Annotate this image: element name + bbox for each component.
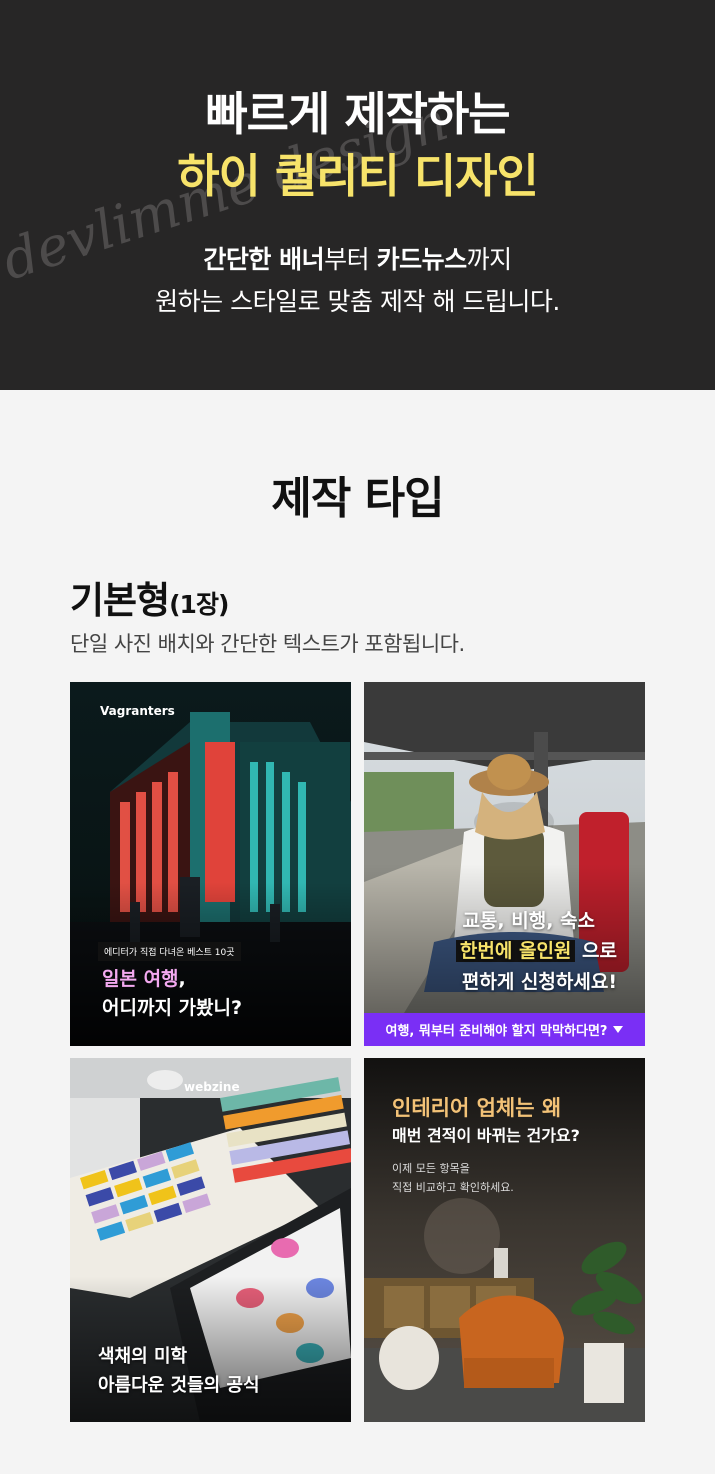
city-night-image bbox=[70, 682, 351, 1046]
brand-logo: Vagranters bbox=[100, 704, 175, 718]
card-line2: 한번에 올인원 으로 bbox=[455, 936, 617, 963]
sample-card-travel-booking: 교통, 비행, 숙소 한번에 올인원 으로 편하게 신청하세요! 여행, 뭐부터… bbox=[364, 682, 645, 1046]
card-title-highlight: 일본 여행 bbox=[102, 968, 179, 990]
type-description: 단일 사진 배치와 간단한 텍스트가 포함됩니다. bbox=[70, 632, 465, 656]
hero-banner: devlimme design 빠르게 제작하는 하이 퀄리티 디자인 간단한 … bbox=[0, 0, 715, 390]
card-title-line2: 어디까지 가봤니? bbox=[102, 997, 242, 1019]
sample-card-color-webzine: webzine 색채의 미학 아름다운 것들의 공식 bbox=[70, 1058, 351, 1422]
type-count: (1장) bbox=[169, 590, 229, 619]
card-line3: 편하게 신청하세요! bbox=[461, 971, 617, 993]
card-sub-line1: 이제 모든 항목을 bbox=[392, 1162, 470, 1175]
sub-bold-banner: 간단한 배너 bbox=[203, 245, 325, 274]
brand-logo: webzine bbox=[184, 1080, 240, 1094]
type-name: 기본형(1장) bbox=[70, 570, 229, 624]
card-title-comma: , bbox=[178, 968, 186, 990]
card-tag: 에디터가 직접 다녀온 베스트 10곳 bbox=[98, 942, 241, 961]
card-title-line1: 일본 여행, bbox=[102, 964, 186, 991]
cta-bar[interactable]: 여행, 뭐부터 준비해야 할지 막막하다면? bbox=[364, 1013, 645, 1046]
sample-card-japan-travel: Vagranters 에디터가 직접 다녀온 베스트 10곳 일본 여행, 어디… bbox=[70, 682, 351, 1046]
triangle-down-icon bbox=[613, 1026, 624, 1033]
sub-mid: 부터 bbox=[324, 245, 377, 274]
card-title-line2: 아름다운 것들의 공식 bbox=[98, 1375, 260, 1396]
card-line2-rest: 으로 bbox=[575, 940, 617, 962]
hero-headline: 빠르게 제작하는 bbox=[205, 87, 510, 141]
card-title-line1: 색채의 미학 bbox=[98, 1346, 188, 1367]
type-name-label: 기본형 bbox=[70, 579, 170, 622]
sample-card-interior: 인테리어 업체는 왜 매번 견적이 바뀌는 건가요? 이제 모든 항목을 직접 … bbox=[364, 1058, 645, 1422]
hero-subtitle: 간단한 배너부터 카드뉴스까지 bbox=[0, 240, 715, 276]
cta-bar-label: 여행, 뭐부터 준비해야 할지 막막하다면? bbox=[385, 1024, 608, 1039]
card-highlight: 한번에 올인원 bbox=[455, 940, 576, 962]
hero-subtitle-2: 원하는 스타일로 맞춤 제작 해 드립니다. bbox=[155, 287, 560, 316]
sub-end: 까지 bbox=[466, 245, 513, 274]
card-sub-line2: 직접 비교하고 확인하세요. bbox=[392, 1181, 514, 1194]
section-title: 제작 타입 bbox=[271, 473, 444, 524]
sub-bold-cardnews: 카드뉴스 bbox=[376, 245, 468, 274]
card-title-line2: 매번 견적이 바뀌는 건가요? bbox=[392, 1126, 580, 1145]
hero-headline-accent: 하이 퀄리티 디자인 bbox=[177, 149, 539, 203]
card-line1: 교통, 비행, 숙소 bbox=[462, 910, 595, 932]
card-title-line1: 인테리어 업체는 왜 bbox=[392, 1096, 562, 1120]
